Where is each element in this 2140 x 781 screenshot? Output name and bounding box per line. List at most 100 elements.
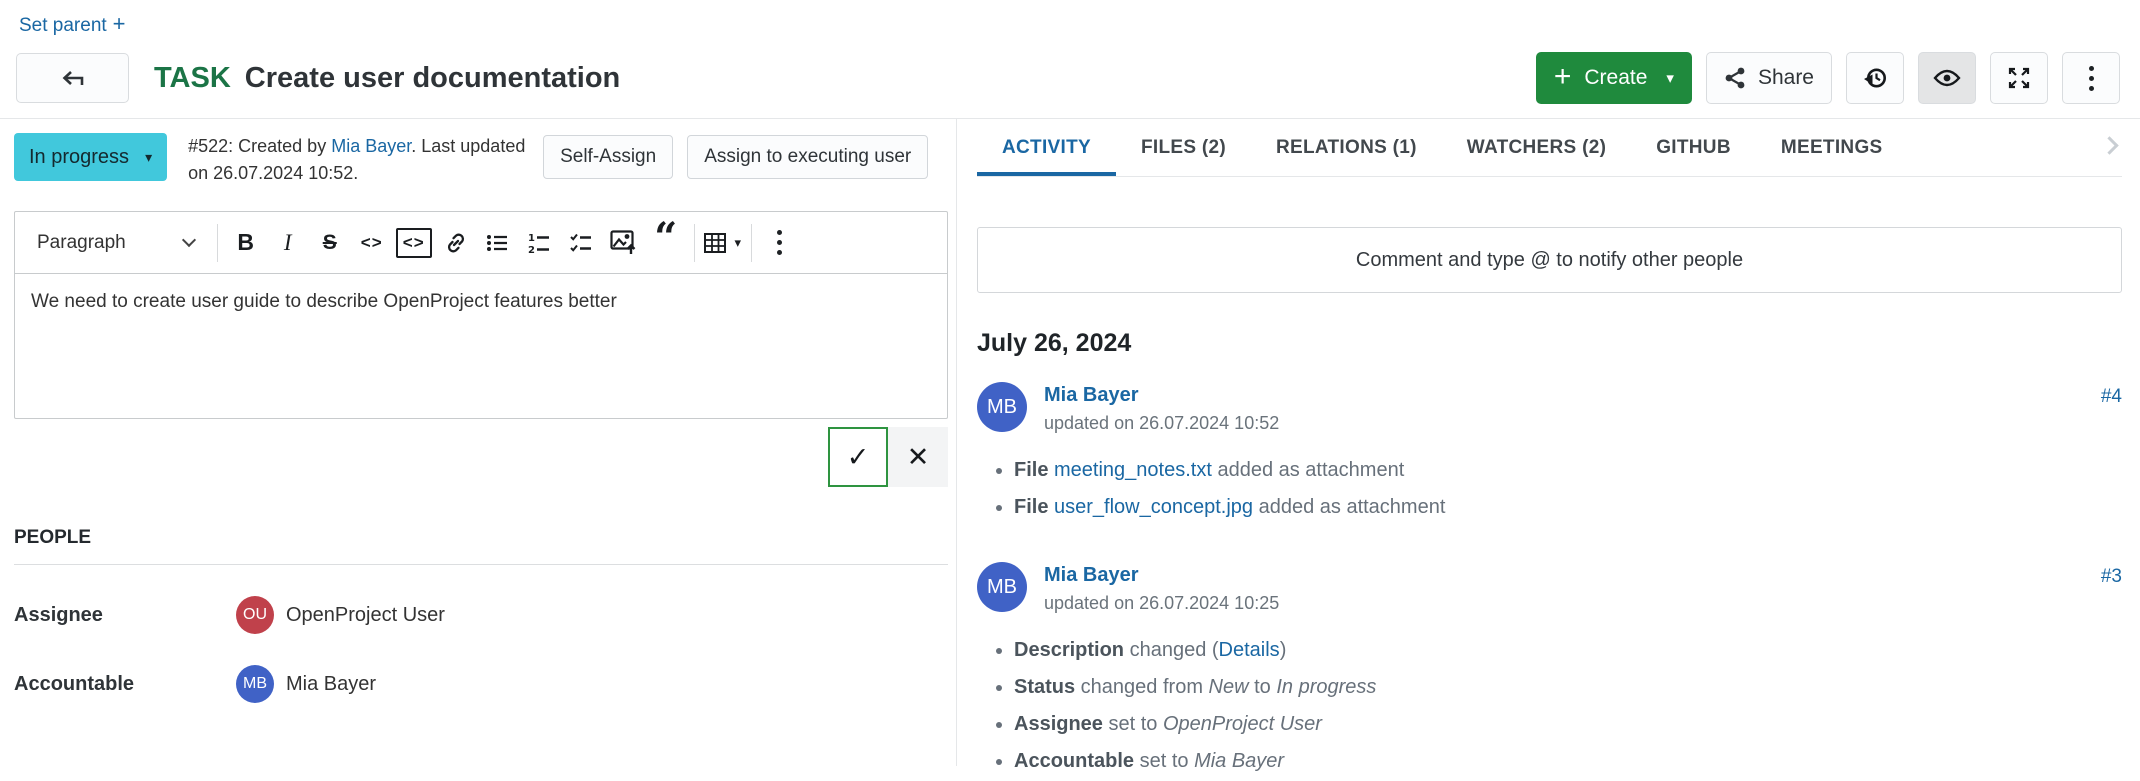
meta-prefix: #522: Created by [188, 136, 332, 156]
activity-text-segment: File [1014, 496, 1055, 518]
assign-to-executing-user-button[interactable]: Assign to executing user [687, 135, 929, 179]
tab-github[interactable]: GITHUB [1631, 119, 1756, 176]
activity-author-link[interactable]: Mia Bayer [1044, 382, 1279, 407]
activity-inline-link[interactable]: meeting_notes.txt [1054, 459, 1212, 481]
activity-author-link[interactable]: Mia Bayer [1044, 562, 1279, 587]
work-package-details-panel: In progress ▾ #522: Created by Mia Bayer… [0, 119, 957, 766]
insert-link-button[interactable] [435, 221, 477, 265]
expand-arrows-icon [2008, 67, 2030, 89]
cancel-description-button[interactable]: ✕ [888, 427, 948, 487]
share-button-label: Share [1757, 66, 1814, 89]
set-parent-link[interactable]: Set parent + [19, 11, 126, 36]
kebab-menu-icon [777, 230, 783, 255]
create-button-label: Create [1584, 66, 1648, 89]
self-assign-button[interactable]: Self-Assign [543, 135, 674, 179]
activity-history-button[interactable] [1846, 52, 1904, 104]
toolbar-more-button[interactable] [759, 221, 801, 265]
strikethrough-icon: S [322, 230, 337, 254]
status-dropdown[interactable]: In progress ▾ [14, 133, 168, 181]
author-link[interactable]: Mia Bayer [331, 136, 411, 156]
chevron-down-icon: ▾ [1666, 70, 1674, 87]
strikethrough-button[interactable]: S [309, 221, 351, 265]
check-icon: ✓ [846, 441, 870, 472]
activity-inline-link[interactable]: user_flow_concept.jpg [1054, 496, 1253, 518]
activity-text-segment: set to [1102, 713, 1163, 735]
activity-text-segment: added as attachment [1253, 496, 1446, 518]
paragraph-style-dropdown[interactable]: Paragraph [21, 221, 210, 265]
task-list-button[interactable] [561, 221, 603, 265]
toolbar-separator [750, 223, 752, 262]
block-quote-button[interactable]: “ [645, 217, 687, 265]
activity-change-list: Description changed (Details) Status chan… [997, 638, 2122, 774]
more-menu-button[interactable] [2062, 52, 2120, 104]
tab-activity[interactable]: ACTIVITY [977, 119, 1116, 176]
code-block-button[interactable]: <> [393, 221, 435, 265]
insert-image-button[interactable] [603, 221, 645, 265]
activity-number-link[interactable]: #3 [2101, 566, 2122, 588]
editor-toolbar: Paragraph B I S <> <> 1 2 “ ▾ [15, 212, 947, 274]
chevron-down-icon: ▾ [145, 148, 153, 165]
chevron-right-icon [2100, 135, 2119, 155]
avatar: OU [236, 596, 274, 634]
activity-change-item: Accountable set to Mia Bayer [1014, 749, 2122, 774]
numbered-list-icon: 1 2 [528, 233, 550, 254]
inline-code-button[interactable]: <> [351, 221, 393, 265]
tab-meetings[interactable]: MEETINGS [1756, 119, 1908, 176]
activity-text-segment: to [1248, 676, 1277, 698]
bulleted-list-icon [487, 234, 508, 251]
activity-text-segment: set to [1134, 750, 1195, 772]
paragraph-style-label: Paragraph [37, 231, 126, 253]
avatar: MB [977, 562, 1027, 612]
tab-watchers-2[interactable]: WATCHERS (2) [1442, 119, 1631, 176]
image-upload-icon [610, 230, 636, 254]
work-package-type: TASK [154, 61, 231, 94]
bold-button[interactable]: B [225, 221, 267, 265]
activity-text-segment: OpenProject User [1162, 713, 1322, 735]
activity-change-item: File meeting_notes.txt added as attachme… [1014, 458, 2122, 483]
activity-change-item: Description changed (Details) [1014, 638, 2122, 663]
chevron-down-icon [181, 232, 196, 248]
activity-timestamp: updated on 26.07.2024 10:25 [1044, 593, 1280, 613]
tab-scroll-right-button[interactable] [2097, 131, 2122, 165]
activity-text-segment: Status [1014, 676, 1076, 698]
share-button[interactable]: Share [1705, 52, 1832, 104]
arrow-left-icon [62, 70, 83, 85]
italic-icon: I [283, 229, 292, 255]
insert-table-button[interactable]: ▾ [702, 221, 744, 265]
activity-text-segment: New [1208, 676, 1249, 698]
status-label: In progress [29, 145, 130, 168]
toolbar-separator [216, 223, 218, 262]
numbered-list-button[interactable]: 1 2 [519, 221, 561, 265]
avatar: MB [236, 665, 274, 703]
svg-text:2: 2 [528, 245, 535, 254]
avatar: MB [977, 382, 1027, 432]
bulleted-list-button[interactable] [477, 221, 519, 265]
accountable-row[interactable]: Accountable MB Mia Bayer [14, 665, 956, 703]
activity-entry-header: MB Mia Bayer updated on 26.07.2024 10:52 [977, 382, 2122, 434]
work-package-meta: #522: Created by Mia Bayer. Last updated… [188, 133, 543, 187]
inline-code-icon: <> [360, 232, 383, 252]
fullscreen-button[interactable] [1990, 52, 2048, 104]
tab-relations-1[interactable]: RELATIONS (1) [1251, 119, 1442, 176]
watch-button[interactable] [1918, 52, 1976, 104]
comment-input[interactable]: Comment and type @ to notify other peopl… [977, 227, 2122, 293]
tab-files-2[interactable]: FILES (2) [1116, 119, 1251, 176]
kebab-menu-icon [2088, 65, 2094, 91]
history-clock-icon [1864, 68, 1886, 88]
back-button[interactable] [16, 53, 129, 103]
save-description-button[interactable]: ✓ [828, 427, 888, 487]
bold-icon: B [237, 229, 255, 255]
accountable-name: Mia Bayer [286, 672, 377, 695]
assignee-row[interactable]: Assignee OU OpenProject User [14, 596, 956, 634]
activity-number-link[interactable]: #4 [2101, 386, 2122, 408]
activity-change-list: File meeting_notes.txt added as attachme… [997, 458, 2122, 520]
activity-text-segment: Assignee [1014, 713, 1103, 735]
italic-button[interactable]: I [267, 221, 309, 265]
people-section-header: PEOPLE [14, 527, 948, 565]
header-actions: + Create ▾ Share [1535, 52, 2120, 104]
task-list-icon [570, 233, 592, 252]
activity-inline-link[interactable]: Details [1219, 639, 1280, 661]
create-button[interactable]: + Create ▾ [1535, 52, 1692, 104]
description-text-area[interactable]: We need to create user guide to describe… [15, 274, 947, 418]
activity-text-segment: ) [1279, 639, 1287, 661]
